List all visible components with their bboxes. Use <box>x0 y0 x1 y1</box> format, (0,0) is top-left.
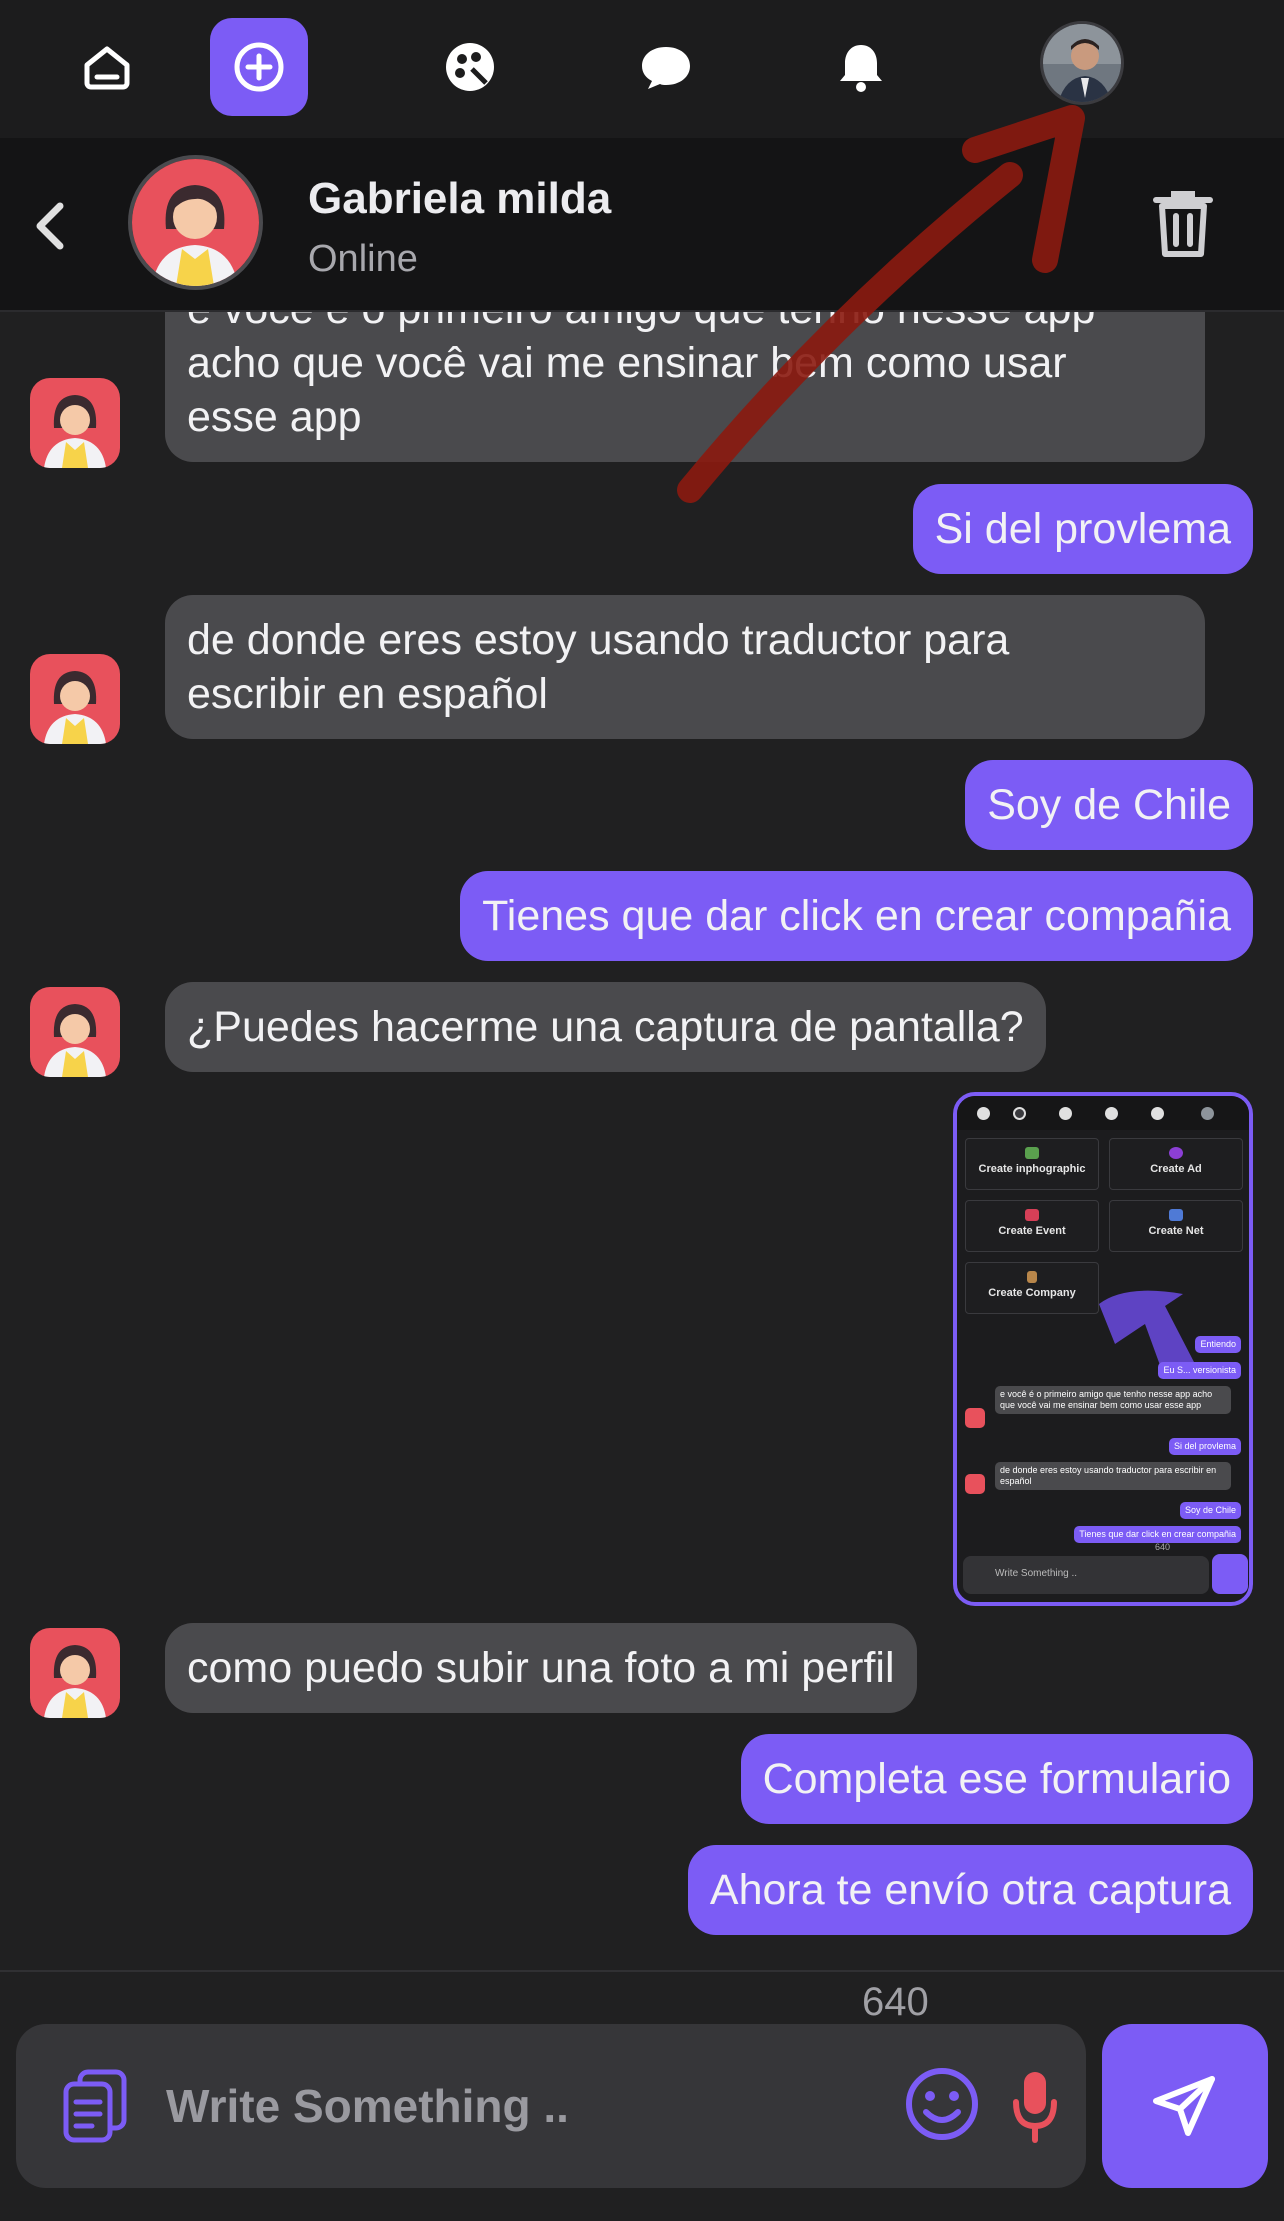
mini-bubble: e você é o primeiro amigo que tenho ness… <box>995 1386 1231 1414</box>
top-navigation-bar <box>0 0 1284 138</box>
mini-bubble: de donde eres estoy usando traductor par… <box>995 1462 1231 1490</box>
sender-avatar[interactable] <box>30 987 120 1077</box>
mini-card-company: Create Company <box>965 1262 1099 1314</box>
contact-avatar[interactable] <box>128 155 263 290</box>
message-composer <box>16 2024 1086 2188</box>
plus-circle-icon[interactable] <box>210 18 308 116</box>
message-bubble-outgoing: Completa ese formulario <box>740 1734 1253 1824</box>
mini-char-count: 640 <box>1155 1542 1171 1552</box>
chat-bubble-icon[interactable] <box>617 18 715 116</box>
contact-name: Gabriela milda <box>308 174 612 223</box>
palette-icon[interactable] <box>421 18 519 116</box>
message-list[interactable]: e você é o primeiro amigo que tenho ness… <box>0 312 1284 1970</box>
contact-status: Online <box>308 238 418 280</box>
message-bubble-outgoing: Soy de Chile <box>965 760 1253 850</box>
sender-avatar[interactable] <box>30 378 120 468</box>
microphone-icon[interactable] <box>1010 2068 1060 2144</box>
mini-annotation-arrow <box>1099 1290 1195 1368</box>
home-icon[interactable] <box>58 18 156 116</box>
mini-bubble: Entiendo <box>1195 1336 1241 1353</box>
message-bubble-incoming: como puedo subir una foto a mi perfil <box>165 1623 917 1713</box>
mini-nav <box>957 1096 1249 1130</box>
message-input[interactable] <box>166 2064 886 2148</box>
char-count: 640 <box>862 1980 929 2024</box>
message-bubble-outgoing: Si del provlema <box>912 484 1253 574</box>
emoji-icon[interactable] <box>902 2064 982 2144</box>
message-bubble-incoming: e você é o primeiro amigo que tenho ness… <box>165 312 1205 462</box>
screenshot-image-message[interactable]: Create inphographic Create Ad Create Eve… <box>953 1092 1253 1606</box>
profile-avatar[interactable] <box>1040 21 1124 105</box>
message-bubble-incoming: ¿Puedes hacerme una captura de pantalla? <box>165 982 1046 1072</box>
back-arrow-icon[interactable] <box>28 196 72 256</box>
chat-header: Gabriela milda Online <box>0 138 1284 312</box>
mini-card-ad: Create Ad <box>1109 1138 1243 1190</box>
send-button[interactable] <box>1102 2024 1268 2188</box>
sender-avatar[interactable] <box>30 1628 120 1718</box>
mini-card-event: Create Event <box>965 1200 1099 1252</box>
divider <box>0 1970 1284 1972</box>
mini-bubble: Soy de Chile <box>1179 1502 1241 1519</box>
message-bubble-outgoing: Ahora te envío otra captura <box>687 1845 1253 1935</box>
mini-bubble: Eu S... versionista <box>1158 1362 1241 1379</box>
mini-bubble: Si del provlema <box>1168 1438 1241 1455</box>
message-bubble-outgoing: Tienes que dar click en crear compañia <box>460 871 1253 961</box>
mini-send-button <box>1212 1554 1248 1594</box>
mini-card-net: Create Net <box>1109 1200 1243 1252</box>
bell-icon[interactable] <box>812 18 910 116</box>
document-icon[interactable] <box>60 2066 130 2146</box>
mini-card-infographic: Create inphographic <box>965 1138 1099 1190</box>
mini-input: Write Something .. <box>963 1556 1209 1594</box>
message-bubble-incoming: de donde eres estoy usando traductor par… <box>165 595 1205 739</box>
trash-icon[interactable] <box>1150 188 1216 260</box>
send-icon <box>1153 2076 1215 2136</box>
mini-bubble: Tienes que dar click en crear compañia <box>1074 1526 1241 1543</box>
sender-avatar[interactable] <box>30 654 120 744</box>
